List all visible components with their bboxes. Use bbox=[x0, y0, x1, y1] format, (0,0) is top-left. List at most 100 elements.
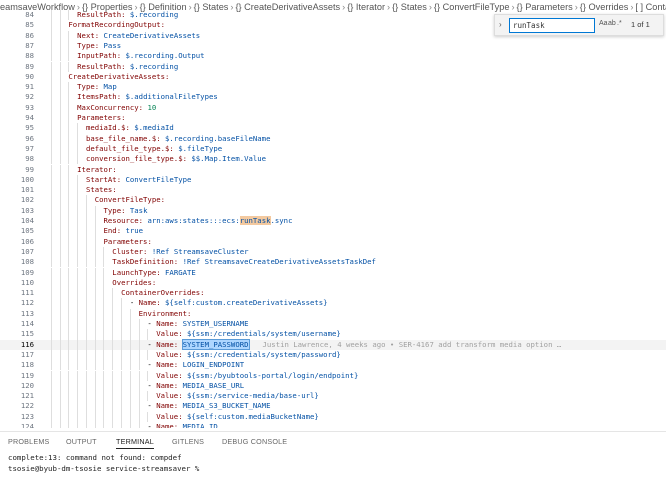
indent-guide bbox=[50, 401, 52, 412]
regex-icon[interactable]: .* bbox=[617, 20, 622, 27]
code-line[interactable]: 121 Value: ${ssm:/service-media/base-url… bbox=[0, 391, 666, 402]
code-text: InputPath: $.recording.Output bbox=[77, 51, 205, 61]
indent-guide bbox=[121, 360, 123, 371]
code-line[interactable]: 116 - Name: SYSTEM_PASSWORD Justin Lawren… bbox=[0, 338, 666, 350]
indent-guide bbox=[103, 380, 105, 392]
code-line[interactable]: 107 Cluster: !Ref StreamsaveCluster bbox=[0, 246, 666, 258]
indent-guide bbox=[50, 154, 52, 165]
code-text: Environment: bbox=[138, 308, 192, 318]
indent-guide bbox=[129, 422, 131, 428]
indent-guide bbox=[112, 329, 114, 340]
code-line[interactable]: 104 Resource: arn:aws:states:::ecs:runTa… bbox=[0, 216, 666, 227]
indent-guide bbox=[112, 288, 114, 299]
indent-guide bbox=[85, 422, 87, 428]
tab-output[interactable]: OUTPUT bbox=[66, 437, 97, 446]
tab-debug-console[interactable]: DEBUG CONSOLE bbox=[222, 437, 287, 446]
code-line[interactable]: 119 Value: ${ssm:/byubtools-portal/login… bbox=[0, 370, 666, 381]
indent-guide bbox=[112, 391, 114, 402]
toggle-replace-chevron-icon[interactable]: › bbox=[499, 20, 502, 29]
code-line[interactable]: 93 MaxConcurrency: 10 bbox=[0, 102, 666, 113]
indent-guide bbox=[85, 401, 87, 412]
code-line[interactable]: 120 - Name: MEDIA_BASE_URL bbox=[0, 380, 666, 392]
code-line[interactable]: 124 - Name: MEDIA_ID bbox=[0, 422, 666, 428]
whole-word-icon[interactable]: ab bbox=[608, 20, 616, 27]
terminal-output[interactable]: complete:13: command not found: compdef t… bbox=[8, 452, 658, 474]
indent-guide bbox=[77, 226, 79, 237]
tab-gitlens[interactable]: GITLENS bbox=[172, 437, 204, 446]
code-text: CreateDerivativeAssets: bbox=[68, 71, 170, 81]
code-line[interactable]: 102 ConvertFileType: bbox=[0, 195, 666, 206]
indent-guide bbox=[59, 246, 61, 258]
code-line[interactable]: 112 - Name: ${self:custom.createDerivati… bbox=[0, 298, 666, 309]
code-line[interactable]: 88 InputPath: $.recording.Output bbox=[0, 51, 666, 62]
code-line[interactable]: 114 - Name: SYSTEM_USERNAME bbox=[0, 319, 666, 330]
line-number: 116 bbox=[20, 339, 34, 349]
code-line[interactable]: 100 StartAt: ConvertFileType bbox=[0, 174, 666, 186]
indent-guide bbox=[112, 422, 114, 428]
indent-guide bbox=[147, 329, 149, 340]
indent-guide bbox=[50, 185, 52, 196]
code-editor[interactable]: 84 ResultPath: $.recording 85 FormatRecor… bbox=[0, 10, 666, 428]
code-line[interactable]: 105 End: true bbox=[0, 226, 666, 237]
indent-guide bbox=[59, 92, 61, 103]
code-line[interactable]: 103 Type: Task bbox=[0, 205, 666, 216]
code-line[interactable]: 110 Overrides: bbox=[0, 277, 666, 289]
code-line[interactable]: 98 conversion_file_type.$: $$.Map.Item.V… bbox=[0, 154, 666, 165]
indent-guide bbox=[103, 329, 105, 340]
indent-guide bbox=[50, 40, 52, 52]
code-line[interactable]: 90 CreateDerivativeAssets: bbox=[0, 71, 666, 83]
code-line[interactable]: 118 - Name: LOGIN_ENDPOINT bbox=[0, 360, 666, 371]
code-line[interactable]: 113 Environment: bbox=[0, 308, 666, 319]
code-line[interactable]: 95 mediaId.$: $.mediaId bbox=[0, 123, 666, 134]
indent-guide bbox=[50, 236, 52, 247]
indent-guide bbox=[85, 195, 87, 206]
code-line[interactable]: 99 Iterator: bbox=[0, 164, 666, 175]
code-line[interactable]: 91 Type: Map bbox=[0, 82, 666, 93]
line-number: 119 bbox=[20, 370, 34, 380]
indent-guide bbox=[68, 154, 70, 165]
tab-terminal[interactable]: TERMINAL bbox=[116, 437, 154, 449]
code-line[interactable]: 101 States: bbox=[0, 185, 666, 196]
code-line[interactable]: 111 ContainerOverrides: bbox=[0, 288, 666, 299]
code-text: - Name: SYSTEM_USERNAME bbox=[42, 319, 249, 328]
indent-guide bbox=[77, 154, 79, 165]
code-line[interactable]: 123 Value: ${self:custom.mediaBucketName… bbox=[0, 411, 666, 422]
code-line[interactable]: 97 default_file_type.$: $.fileType bbox=[0, 143, 666, 155]
indent-guide bbox=[85, 267, 87, 278]
line-number: 124 bbox=[20, 422, 34, 428]
code-line[interactable]: 87 Type: Pass bbox=[0, 40, 666, 52]
indent-guide bbox=[94, 277, 96, 289]
indent-guide bbox=[50, 205, 52, 216]
code-line[interactable]: 122 - Name: MEDIA_S3_BUCKET_NAME bbox=[0, 401, 666, 412]
indent-guide bbox=[121, 391, 123, 402]
code-line[interactable]: 108 TaskDefinition: !Ref StreamsaveCreat… bbox=[0, 257, 666, 268]
line-number: 109 bbox=[20, 267, 34, 277]
indent-guide bbox=[77, 411, 79, 422]
code-line[interactable]: 115 Value: ${ssm:/credentials/system/use… bbox=[0, 329, 666, 340]
find-input[interactable]: runTask bbox=[509, 18, 595, 33]
tab-problems[interactable]: PROBLEMS bbox=[8, 437, 50, 446]
indent-guide bbox=[103, 308, 105, 319]
code-line[interactable]: 106 Parameters: bbox=[0, 236, 666, 247]
indent-guide bbox=[68, 277, 70, 289]
code-line[interactable]: 117 Value: ${ssm:/credentials/system/pas… bbox=[0, 349, 666, 361]
indent-guide bbox=[50, 61, 52, 72]
indent-guide bbox=[59, 267, 61, 278]
indent-guide bbox=[121, 349, 123, 361]
code-line[interactable]: 92 ItemsPath: $.additionalFileTypes bbox=[0, 92, 666, 103]
match-case-icon[interactable]: Aa bbox=[599, 20, 608, 27]
indent-guide bbox=[68, 319, 70, 330]
indent-guide bbox=[103, 319, 105, 330]
code-line[interactable]: 89 ResultPath: $.recording bbox=[0, 61, 666, 72]
indent-guide bbox=[50, 20, 52, 31]
indent-guide bbox=[50, 257, 52, 268]
indent-guide bbox=[50, 349, 52, 361]
code-text: Value: ${ssm:/byubtools-portal/login/end… bbox=[156, 370, 359, 380]
code-line[interactable]: 94 Parameters: bbox=[0, 113, 666, 124]
code-line[interactable]: 96 base_file_name.$: $.recording.baseFil… bbox=[0, 133, 666, 144]
indent-guide bbox=[129, 339, 131, 350]
indent-guide bbox=[59, 102, 61, 113]
indent-guide bbox=[112, 411, 114, 422]
terminal-line: tsosie@byub-dm-tsosie service-streamsave… bbox=[8, 464, 200, 473]
code-line[interactable]: 109 LaunchType: FARGATE bbox=[0, 267, 666, 278]
